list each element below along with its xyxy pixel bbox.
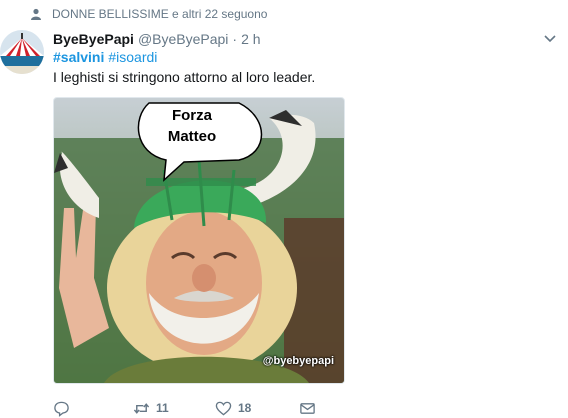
bubble-line-2: Matteo: [167, 128, 217, 145]
speech-bubble-text: Forza Matteo: [147, 105, 237, 147]
hashtag-isoardi[interactable]: #isoardi: [108, 48, 157, 66]
tweet-actions: 11 18: [53, 398, 353, 418]
hashtag-salvini[interactable]: #salvini: [53, 48, 104, 66]
like-action[interactable]: 18: [215, 400, 299, 417]
social-context: DONNE BELLISSIME e altri 22 seguono: [30, 6, 267, 22]
social-context-text[interactable]: DONNE BELLISSIME e altri 22 seguono: [52, 7, 267, 21]
tweet-header: ByeByePapi @ByeByePapi · 2 h: [53, 30, 261, 48]
retweet-action[interactable]: 11: [133, 400, 215, 417]
hashtags: #salvini #isoardi: [53, 48, 157, 66]
timestamp[interactable]: 2 h: [241, 30, 260, 48]
watermark: @byebyepapi: [262, 355, 334, 367]
envelope-icon[interactable]: [299, 400, 316, 417]
fullname[interactable]: ByeByePapi: [53, 30, 134, 48]
reply-icon[interactable]: [53, 400, 70, 417]
person-icon: [31, 8, 41, 20]
like-count: 18: [238, 401, 252, 415]
bubble-line-1: Forza: [171, 107, 212, 124]
handle[interactable]: @ByeByePapi: [138, 30, 228, 48]
separator: ·: [232, 31, 238, 47]
avatar[interactable]: [0, 30, 44, 74]
reply-action[interactable]: [53, 400, 133, 417]
direct-message-action[interactable]: [299, 400, 316, 417]
tweet-media[interactable]: Forza Matteo @byebyepapi: [53, 97, 345, 384]
retweet-count: 11: [156, 401, 169, 415]
retweet-icon[interactable]: [133, 400, 150, 417]
chevron-down-icon[interactable]: [542, 30, 558, 46]
tweet-text: I leghisti si stringono attorno al loro …: [53, 69, 316, 85]
heart-icon[interactable]: [215, 400, 232, 417]
